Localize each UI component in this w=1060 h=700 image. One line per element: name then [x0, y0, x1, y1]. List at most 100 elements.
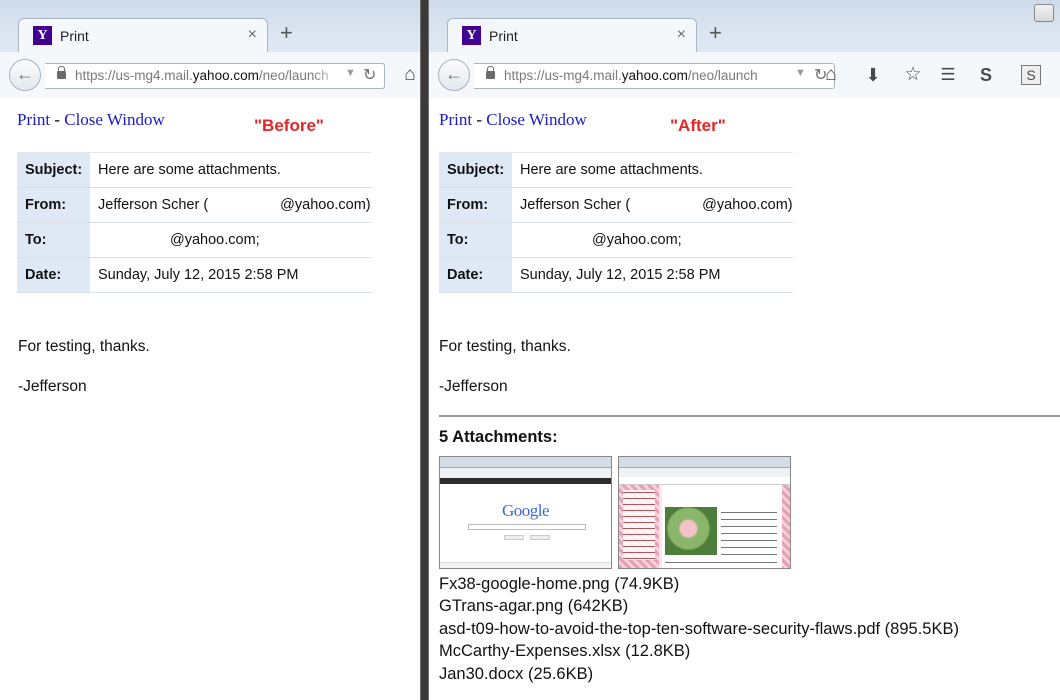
back-arrow-icon: ←: [16, 64, 34, 84]
thumb-photo: [665, 507, 717, 555]
thumb-footer: [440, 562, 611, 568]
date-row: Date: Sunday, July 12, 2015 2:58 PM: [17, 257, 371, 293]
print-link[interactable]: Print: [439, 110, 472, 129]
from-row: From: Jefferson Scher (@yahoo.com): [439, 187, 793, 223]
date-row: Date: Sunday, July 12, 2015 2:58 PM: [439, 257, 793, 293]
back-arrow-icon: ←: [445, 64, 463, 84]
addon-s-icon[interactable]: S: [975, 63, 997, 87]
url-text: https://us-mg4.mail.yahoo.com/neo/launch: [504, 68, 758, 83]
to-value: @yahoo.com;: [90, 222, 371, 258]
date-value: Sunday, July 12, 2015 2:58 PM: [512, 257, 793, 293]
thumb-sidebar-links: [623, 490, 655, 560]
print-links: Print - Close Window: [17, 110, 165, 130]
subject-value: Here are some attachments.: [512, 152, 793, 188]
thumb-text-lines: [721, 509, 777, 557]
addon-box-icon[interactable]: S: [1021, 65, 1041, 85]
browser-window-after: Y Print × + https://us-mg4.mail.yahoo.co…: [428, 0, 1060, 700]
home-icon[interactable]: ⌂: [819, 63, 843, 87]
url-bar[interactable]: https://us-mg4.mail.yahoo.com/neo/launch…: [45, 63, 385, 89]
url-fade: [313, 64, 343, 88]
tab-close-icon[interactable]: ×: [248, 26, 257, 44]
print-link[interactable]: Print: [17, 110, 50, 129]
subject-label: Subject:: [439, 152, 512, 188]
url-text: https://us-mg4.mail.yahoo.com/neo/launch: [75, 68, 329, 83]
attachment-thumbnail-gtrans[interactable]: [618, 456, 791, 569]
thumb-google-logo: Google: [501, 501, 550, 520]
date-value: Sunday, July 12, 2015 2:58 PM: [90, 257, 371, 293]
window-control-icon[interactable]: [1034, 4, 1054, 22]
attachment-item[interactable]: Jan30.docx (25.6KB): [439, 663, 959, 685]
reload-icon[interactable]: ↻: [363, 65, 376, 85]
to-row: To: @yahoo.com;: [17, 222, 371, 258]
nav-bar: https://us-mg4.mail.yahoo.com/neo/launch…: [429, 52, 1060, 98]
back-button[interactable]: ←: [438, 59, 470, 91]
thumb-text-lines-bottom: [665, 559, 777, 568]
print-page-content: Print - Close Window "After" Subject: He…: [429, 99, 1060, 700]
close-window-link[interactable]: Close Window: [64, 110, 165, 129]
url-dropdown-icon[interactable]: ▼: [345, 67, 356, 79]
print-links: Print - Close Window: [439, 110, 587, 130]
browser-chrome: Y Print × + https://us-mg4.mail.yahoo.co…: [429, 0, 1060, 98]
to-value: @yahoo.com;: [512, 222, 793, 258]
link-separator: -: [472, 110, 487, 129]
thumb-lucky-button: [530, 535, 550, 540]
subject-row: Subject: Here are some attachments.: [439, 152, 793, 188]
home-icon[interactable]: ⌂: [399, 63, 420, 87]
email-body-line: For testing, thanks.: [18, 338, 150, 355]
thumb-search-box: [468, 524, 586, 530]
browser-tab[interactable]: Y Print ×: [18, 18, 268, 52]
thumb-translate-bar: [619, 477, 790, 485]
tab-close-icon[interactable]: ×: [677, 26, 686, 44]
thumb-toolbar: [619, 468, 790, 477]
lock-icon: [57, 66, 66, 79]
attachment-thumbnail-google[interactable]: Google: [439, 456, 612, 569]
to-label: To:: [439, 222, 512, 258]
attachment-item[interactable]: GTrans-agar.png (642KB): [439, 595, 959, 617]
date-label: Date:: [17, 257, 90, 293]
attachment-item[interactable]: McCarthy-Expenses.xlsx (12.8KB): [439, 640, 959, 662]
subject-value: Here are some attachments.: [90, 152, 371, 188]
tab-title: Print: [489, 28, 518, 44]
to-label: To:: [17, 222, 90, 258]
before-label: "Before": [254, 116, 324, 135]
new-tab-icon[interactable]: +: [709, 22, 722, 44]
attachment-item[interactable]: Fx38-google-home.png (74.9KB): [439, 573, 959, 595]
attachment-item[interactable]: asd-t09-how-to-avoid-the-top-ten-softwar…: [439, 618, 959, 640]
thumb-search-button: [504, 535, 524, 540]
url-dropdown-icon[interactable]: ▼: [795, 67, 806, 79]
thumb-titlebar: [440, 457, 611, 468]
new-tab-icon[interactable]: +: [280, 22, 293, 44]
from-row: From: Jefferson Scher (@yahoo.com): [17, 187, 371, 223]
from-label: From:: [17, 187, 90, 223]
to-row: To: @yahoo.com;: [439, 222, 793, 258]
browser-window-before: Y Print × + https://us-mg4.mail.yahoo.co…: [0, 0, 421, 700]
close-window-link[interactable]: Close Window: [486, 110, 587, 129]
email-header-table: Subject: Here are some attachments. From…: [17, 152, 371, 293]
email-header-table: Subject: Here are some attachments. From…: [439, 152, 793, 293]
subject-row: Subject: Here are some attachments.: [17, 152, 371, 188]
tab-title: Print: [60, 28, 89, 44]
link-separator: -: [50, 110, 65, 129]
thumb-titlebar: [619, 457, 790, 468]
window-gap: [421, 0, 428, 700]
after-label: "After": [670, 116, 726, 135]
from-label: From:: [439, 187, 512, 223]
yahoo-favicon-icon: Y: [33, 26, 52, 45]
from-value: Jefferson Scher (@yahoo.com): [512, 187, 793, 223]
reading-list-icon[interactable]: ☰: [937, 63, 959, 87]
attachment-list: Fx38-google-home.png (74.9KB) GTrans-aga…: [439, 573, 959, 685]
url-bar[interactable]: https://us-mg4.mail.yahoo.com/neo/launch…: [474, 63, 835, 89]
nav-bar: https://us-mg4.mail.yahoo.com/neo/launch…: [0, 52, 420, 98]
download-icon[interactable]: ⬇: [861, 63, 885, 87]
from-value: Jefferson Scher (@yahoo.com): [90, 187, 371, 223]
print-page-content: Print - Close Window "Before" Subject: H…: [0, 99, 420, 700]
lock-icon: [486, 66, 495, 79]
back-button[interactable]: ←: [9, 59, 41, 91]
bookmark-star-icon[interactable]: ☆: [901, 63, 925, 87]
thumb-google-bar: [440, 478, 611, 484]
browser-tab[interactable]: Y Print ×: [447, 18, 697, 52]
browser-chrome: Y Print × + https://us-mg4.mail.yahoo.co…: [0, 0, 420, 98]
email-body-line: For testing, thanks.: [439, 338, 571, 355]
date-label: Date:: [439, 257, 512, 293]
email-signature: -Jefferson: [18, 378, 87, 395]
